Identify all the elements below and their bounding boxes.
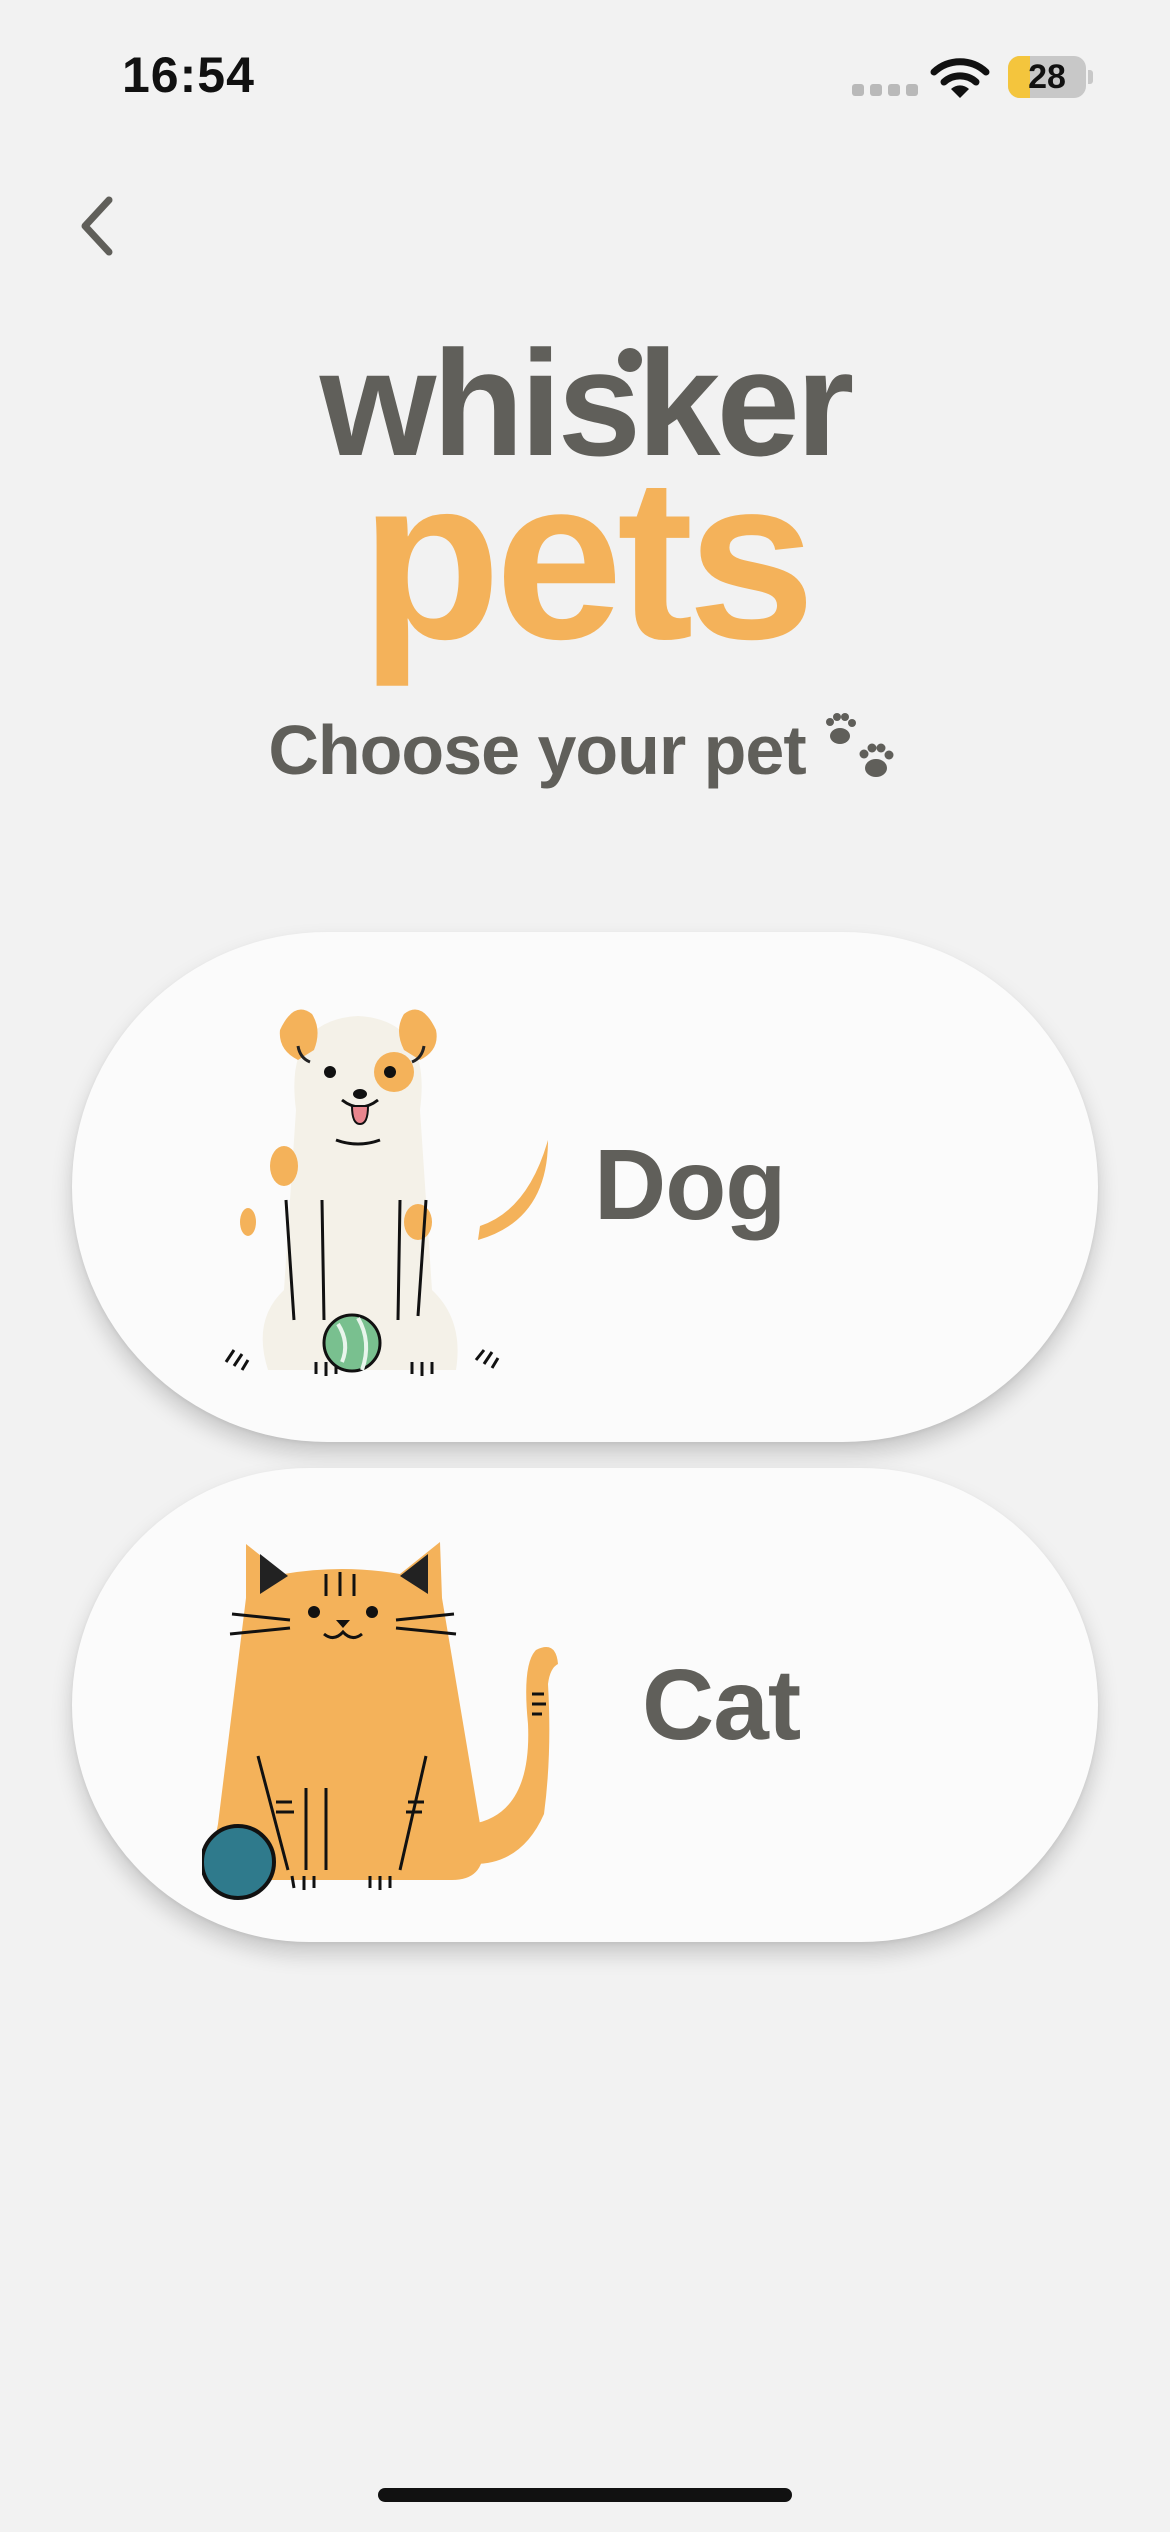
cellular-signal-icon (852, 84, 918, 96)
pet-option-cat[interactable]: Cat (72, 1468, 1098, 1942)
page-title-text: Choose your pet (268, 711, 806, 789)
chevron-left-icon (81, 196, 113, 256)
status-bar: 16:54 28 (0, 0, 1170, 150)
battery-icon: 28 (1008, 56, 1086, 98)
status-time: 16:54 (122, 47, 255, 103)
cat-illustration (202, 1542, 558, 1900)
back-button[interactable] (62, 186, 132, 266)
home-indicator[interactable] (378, 2488, 792, 2502)
logo-line-pets: pets (360, 430, 816, 687)
page-title: Choose your pet (0, 710, 1170, 790)
battery-percentage: 28 (1028, 58, 1066, 96)
logo-nose-dot (618, 348, 642, 372)
pet-option-dog[interactable]: Dog (72, 932, 1098, 1442)
paw-prints-icon (825, 713, 894, 777)
battery-tip (1088, 70, 1093, 84)
wifi-icon (930, 58, 990, 98)
whisker-pets-logo: whisker pets (300, 328, 870, 674)
pet-label-dog: Dog (594, 1129, 786, 1241)
dog-illustration (224, 1009, 548, 1376)
pet-label-cat: Cat (642, 1649, 801, 1761)
